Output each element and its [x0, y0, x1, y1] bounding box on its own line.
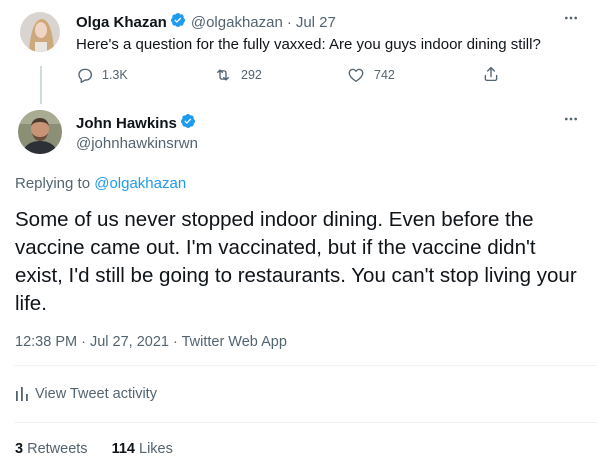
- divider-1: [14, 365, 597, 366]
- reply-button[interactable]: 1.3K: [76, 66, 128, 84]
- avatar-olga[interactable]: [20, 12, 60, 52]
- view-tweet-activity-label: View Tweet activity: [35, 386, 157, 402]
- engagement-stats: 3 Retweets 114 Likes: [15, 441, 173, 457]
- retweet-button[interactable]: 292: [213, 66, 262, 84]
- retweet-icon: [217, 69, 229, 81]
- share-icon: [484, 66, 498, 82]
- likes-stat[interactable]: 114 Likes: [112, 441, 173, 457]
- likes-stat-label: Likes: [139, 441, 173, 457]
- replying-to-handle-link[interactable]: @olgakhazan: [94, 175, 186, 192]
- tweet-timestamp[interactable]: 12:38 PM · Jul 27, 2021 · Twitter Web Ap…: [15, 334, 287, 350]
- reply-more-options-icon[interactable]: [563, 111, 579, 130]
- divider-2: [14, 422, 597, 423]
- retweets-stat[interactable]: 3 Retweets: [15, 441, 88, 457]
- like-button[interactable]: 742: [346, 66, 395, 84]
- share-button[interactable]: [482, 65, 500, 83]
- retweets-stat-label: Retweets: [27, 441, 88, 457]
- avatar-john[interactable]: [18, 110, 62, 154]
- reply-count: 1.3K: [102, 68, 128, 82]
- more-options-icon[interactable]: [563, 10, 579, 29]
- tweet-date[interactable]: Jul 27: [296, 14, 336, 31]
- retweet-count: 292: [241, 68, 262, 82]
- reply-author-handle[interactable]: @johnhawkinsrwn: [76, 135, 198, 152]
- tweet-text: Here's a question for the fully vaxxed: …: [76, 36, 541, 53]
- verified-badge-icon: [180, 113, 196, 134]
- author-handle[interactable]: @olgakhazan: [191, 14, 283, 31]
- heart-icon: [348, 68, 364, 83]
- likes-stat-count: 114: [111, 441, 135, 457]
- analytics-icon: [16, 387, 28, 401]
- verified-badge-icon: [170, 12, 186, 32]
- like-count: 742: [374, 68, 395, 82]
- author-name[interactable]: Olga Khazan: [76, 14, 167, 31]
- retweets-stat-count: 3: [15, 441, 24, 457]
- reply-tweet-text: Some of us never stopped indoor dining. …: [15, 208, 577, 315]
- reply-icon: [78, 68, 93, 84]
- replying-to-label: Replying to: [15, 175, 91, 192]
- meta-separator: ·: [286, 13, 292, 31]
- thread-connector: [40, 66, 42, 104]
- reply-author-name[interactable]: John Hawkins: [76, 115, 177, 132]
- replying-to-line: Replying to @olgakhazan: [15, 175, 186, 192]
- view-tweet-activity-button[interactable]: View Tweet activity: [15, 386, 157, 402]
